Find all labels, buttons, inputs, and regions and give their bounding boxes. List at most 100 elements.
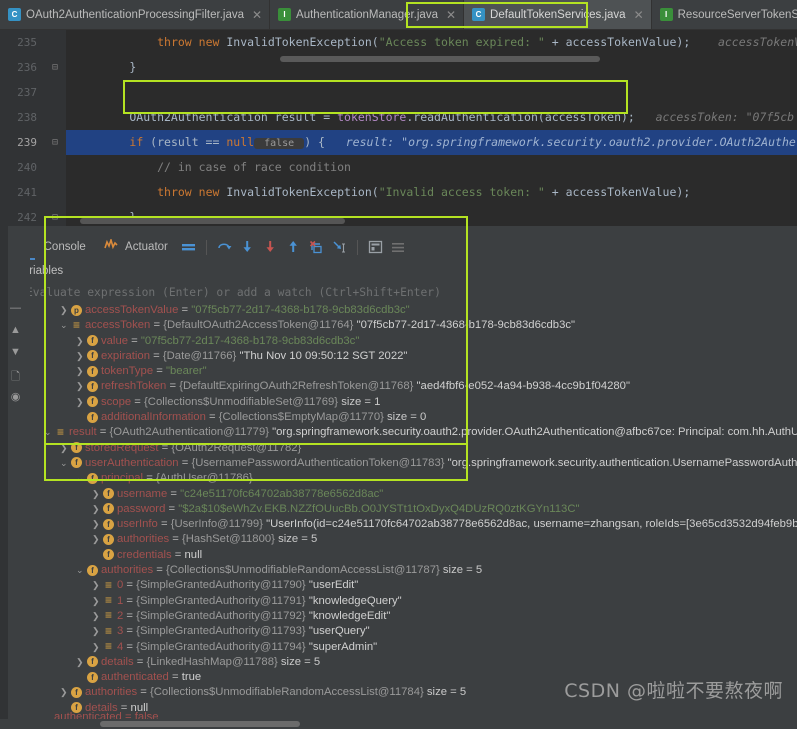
chevron-right-icon[interactable]: ❯ (92, 609, 103, 624)
editor-tab-defaulttokenservices[interactable]: C DefaultTokenServices.java ✕ (464, 0, 652, 29)
chevron-right-icon[interactable]: ❯ (92, 532, 103, 547)
variable-row[interactable]: ❯ f userInfo = {UserInfo@11799} "UserInfo(… (0, 517, 797, 532)
variable-row[interactable]: ❯ f expiration = {Date@11766} "Thu Nov 10 … (0, 349, 797, 364)
chevron-right-icon[interactable]: ❯ (76, 349, 87, 364)
chevron-right-icon[interactable]: ❯ (76, 655, 87, 670)
variable-row[interactable]: ❯ f password = "$2a$10$eWhZv.EKB.NZZfOUucB… (0, 502, 797, 517)
variable-row[interactable]: ❯ f username = "c24e51170fc64702ab38778e65… (0, 487, 797, 502)
tab-actuator[interactable]: Actuator (95, 234, 177, 260)
chevron-right-icon[interactable]: ❯ (92, 487, 103, 502)
chevron-right-icon[interactable]: ❯ (92, 640, 103, 655)
chevron-right-icon[interactable]: ❯ (60, 685, 71, 700)
field-node-icon: f (103, 533, 114, 545)
chevron-right-icon[interactable]: ❯ (76, 364, 87, 379)
variable-row[interactable]: ❯ ≡ 2 = {SimpleGrantedAuthority@11792} "kn… (0, 609, 797, 624)
chevron-right-icon[interactable]: ❯ (92, 502, 103, 517)
code-line[interactable]: 241 throw new InvalidTokenException("Inv… (0, 180, 797, 205)
chevron-right-icon[interactable]: ❯ (92, 624, 103, 639)
editor-tab-oauth2authenticationprocessingfilter[interactable]: C OAuth2AuthenticationProcessingFilter.j… (0, 0, 271, 29)
up-arrow-icon[interactable]: ▲ (8, 324, 23, 339)
run-to-cursor-icon[interactable] (331, 239, 348, 256)
editor-horizontal-scrollbar[interactable] (80, 218, 345, 224)
frames-icon[interactable] (180, 239, 197, 256)
variable-type: {HashSet@11800} (182, 533, 275, 546)
variable-row[interactable]: ❯ ≡ 3 = {SimpleGrantedAuthority@11793} "us… (0, 624, 797, 639)
evaluate-expression-bar[interactable]: + Evaluate expression (Enter) or add a w… (0, 282, 797, 302)
fold-gutter[interactable]: ⊟ (44, 55, 66, 80)
fold-gutter[interactable] (44, 155, 66, 180)
variable-row[interactable]: ❯ ≡ 1 = {SimpleGrantedAuthority@11791} "kn… (0, 594, 797, 609)
chevron-right-icon[interactable]: ❯ (92, 517, 103, 532)
fold-gutter[interactable]: ⊟ (44, 130, 66, 155)
variable-row[interactable]: ❯ f refreshToken = {DefaultExpiringOAuth2R… (0, 379, 797, 394)
close-icon[interactable]: ✕ (252, 8, 262, 22)
code-line[interactable]: 240 // in case of race condition (0, 155, 797, 180)
code-line[interactable]: 238 OAuth2Authentication result = tokenS… (0, 105, 797, 130)
fold-gutter[interactable] (44, 30, 66, 55)
variable-row[interactable]: ❯fcredentials = null (0, 548, 797, 563)
fold-gutter[interactable] (44, 180, 66, 205)
variable-row[interactable]: ❯ f scope = {Collections$UnmodifiableSet@1… (0, 395, 797, 410)
variable-row[interactable]: ❯ ≡ 4 = {SimpleGrantedAuthority@11794} "su… (0, 640, 797, 655)
chevron-down-icon[interactable]: ⌄ (76, 471, 87, 486)
watermark: CSDN @啦啦不要熬夜啊 (564, 680, 783, 702)
code-line[interactable]: 237 (0, 80, 797, 105)
chevron-right-icon[interactable]: ❯ (76, 334, 87, 349)
variable-row[interactable]: ❯ p accessTokenValue = "07f5cb77-2d17-4368… (0, 303, 797, 318)
drop-frame-icon[interactable] (308, 239, 325, 256)
editor-tab-authenticationmanager[interactable]: I AuthenticationManager.java ✕ (270, 0, 465, 29)
variable-size: size = 5 (278, 533, 318, 546)
fold-gutter[interactable]: ⊟ (44, 205, 66, 226)
variable-type: {SimpleGrantedAuthority@11791} (136, 594, 306, 607)
variable-name: authenticated (101, 671, 169, 684)
variable-row[interactable]: ❯ f storedRequest = {OAuth2Request@11782} (0, 441, 797, 456)
variable-row[interactable]: ❯fadditionalInformation = {Collections$E… (0, 410, 797, 425)
chevron-right-icon[interactable]: ❯ (76, 395, 87, 410)
code-line[interactable]: 235 throw new InvalidTokenException("Acc… (0, 30, 797, 55)
chevron-down-icon[interactable]: ⌄ (44, 425, 55, 440)
chevron-right-icon[interactable]: ❯ (60, 303, 71, 318)
step-into-icon[interactable] (239, 239, 256, 256)
copy-icon[interactable]: 🗋 (8, 368, 23, 383)
fold-gutter[interactable] (44, 80, 66, 105)
chevron-down-icon[interactable]: ⌄ (60, 318, 71, 333)
step-over-icon[interactable] (216, 239, 233, 256)
tab-console[interactable]: Console (35, 234, 95, 260)
toolbar-separator (205, 239, 207, 255)
chevron-right-icon[interactable]: ❯ (92, 594, 103, 609)
variable-row[interactable]: ❯ f value = "07f5cb77-2d17-4368-b178-9cb83… (0, 334, 797, 349)
chevron-right-icon[interactable]: ❯ (60, 441, 71, 456)
settings-icon[interactable] (390, 239, 407, 256)
code-line[interactable]: 239 ⊟ if (result == null false ) { result… (0, 130, 797, 155)
variable-row[interactable]: ❯ f authorities = {HashSet@11800} size = 5 (0, 532, 797, 547)
chevron-right-icon[interactable]: ❯ (76, 379, 87, 394)
variables-tree[interactable]: ❯ p accessTokenValue = "07f5cb77-2d17-4368… (0, 303, 797, 729)
variable-row[interactable]: ⌄ ≡ accessToken = {DefaultOAuth2AccessToke… (0, 318, 797, 333)
variable-row[interactable]: ❯ ≡ 0 = {SimpleGrantedAuthority@11790} "us… (0, 578, 797, 593)
variable-row[interactable]: ⌄ ≡ result = {OAuth2Authentication@11779} … (0, 425, 797, 440)
chevron-down-icon[interactable]: ⌄ (60, 456, 71, 471)
evaluate-expression-icon[interactable] (367, 239, 384, 256)
watch-icon[interactable]: ◉ (8, 390, 23, 405)
step-out-icon[interactable] (285, 239, 302, 256)
variable-row[interactable]: ⌄ f principal = {AuthUser@11786} (0, 471, 797, 486)
variable-type: {Collections$UnmodifiableRandomAccessLis… (150, 686, 424, 699)
variable-size: size = 0 (387, 411, 427, 424)
variable-row[interactable]: ⌄ f authorities = {Collections$Unmodifiabl… (0, 563, 797, 578)
horizontal-scrollbar[interactable] (100, 721, 300, 727)
code-editor[interactable]: 235 throw new InvalidTokenException("Acc… (0, 30, 797, 226)
editor-horizontal-scrollbar-top[interactable] (280, 56, 600, 62)
down-arrow-icon[interactable]: ▼ (8, 346, 23, 361)
collapse-icon[interactable]: — (8, 302, 23, 317)
variable-row[interactable]: ⌄ f userAuthentication = {UsernamePassword… (0, 456, 797, 471)
chevron-down-icon[interactable]: ⌄ (76, 563, 87, 578)
close-icon[interactable]: ✕ (446, 8, 456, 22)
editor-tab-resourceservertokenservices[interactable]: I ResourceServerTokenServices.java ✕ (652, 0, 797, 29)
variable-row[interactable]: ❯ f details = {LinkedHashMap@11788} size =… (0, 655, 797, 670)
close-icon[interactable]: ✕ (634, 8, 644, 22)
fold-gutter[interactable] (44, 105, 66, 130)
editor-tab-label: AuthenticationManager.java (296, 8, 438, 21)
force-step-into-icon[interactable] (262, 239, 279, 256)
chevron-right-icon[interactable]: ❯ (92, 578, 103, 593)
variable-row[interactable]: ❯ f tokenType = "bearer" (0, 364, 797, 379)
